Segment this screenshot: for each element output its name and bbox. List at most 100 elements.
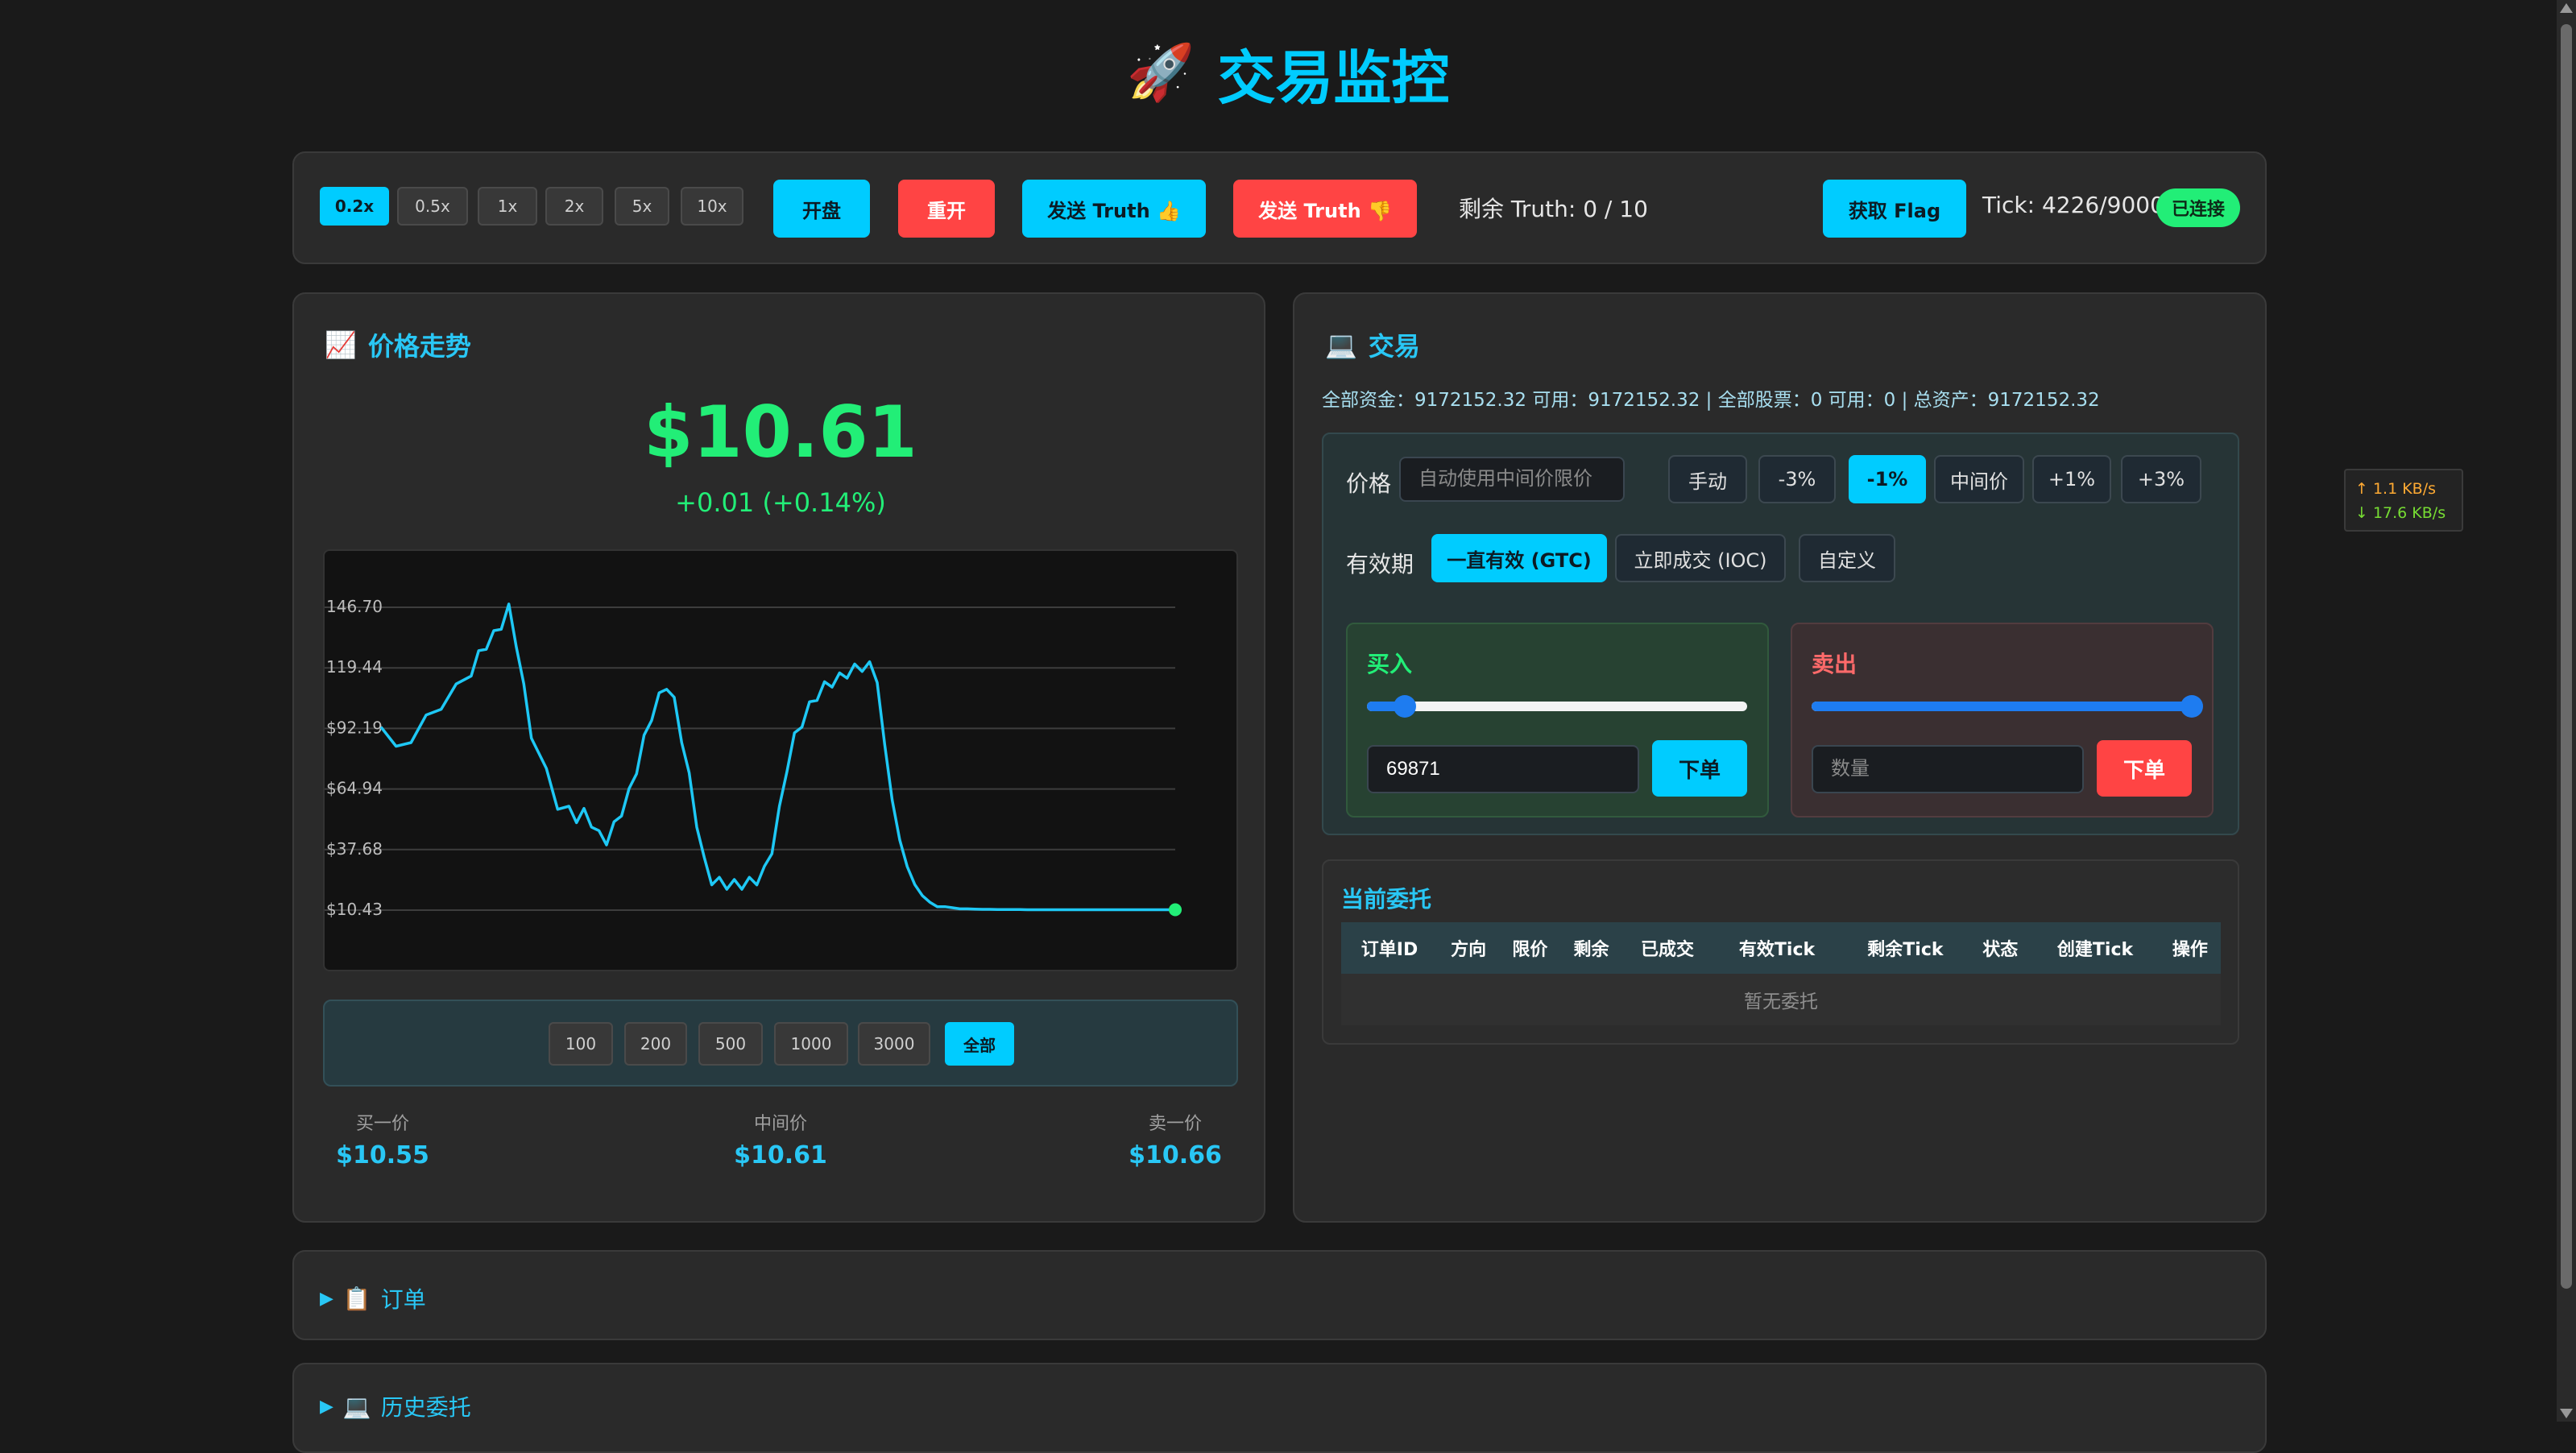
orders-collapsible-label: 订单 [380, 1286, 426, 1313]
validity-gtc-button[interactable]: 一直有效 (GTC) [1431, 534, 1607, 582]
sell-slider-fill [1812, 702, 2192, 711]
scrollbar-thumb[interactable] [2561, 24, 2572, 1289]
price-label: 价格 [1346, 470, 1392, 497]
ask-price: $10.66 [1129, 1141, 1222, 1169]
price-preset-minus1-button[interactable]: -1% [1849, 455, 1926, 503]
tick-counter: Tick: 4226/9000 [1982, 192, 2164, 218]
page-title: 🚀 交易监控 [0, 32, 2576, 113]
price-panel-title: 📈 价格走势 [325, 326, 471, 363]
orders-column-header: 状态 [1982, 940, 2019, 960]
range-button-1000[interactable]: 1000 [774, 1022, 848, 1066]
range-selector: 100 200 500 1000 3000 全部 [323, 1000, 1238, 1087]
speed-button-0_2x[interactable]: 0.2x [320, 187, 389, 226]
sell-submit-button[interactable]: 下单 [2097, 740, 2192, 797]
orders-collapsible[interactable]: ▶ 📋 订单 [292, 1250, 2267, 1340]
y-tick-label: $92.19 [326, 718, 383, 737]
price-preset-mid-button[interactable]: 中间价 [1934, 455, 2024, 503]
bid-label: 买一价 [355, 1114, 409, 1134]
toolbar: 0.2x 0.5x 1x 2x 5x 10x 开盘 重开 发送 Truth 👍 发送 Tr… [292, 151, 2267, 264]
buy-quantity-input[interactable] [1367, 745, 1639, 793]
sell-title: 卖出 [1812, 651, 1857, 677]
orders-column-header: 限价 [1512, 940, 1548, 960]
truth-remaining: 剩余 Truth: 0 / 10 [1459, 196, 1648, 222]
laptop-icon: 💻 [342, 1393, 371, 1420]
orders-column-header: 已成交 [1640, 940, 1694, 960]
open-button[interactable]: 开盘 [773, 180, 870, 238]
validity-label: 有效期 [1346, 551, 1414, 577]
order-form: 价格 手动-3% -1%中间价+1%+3% 有效期 一直有效 (GTC)立即成交 … [1322, 433, 2239, 835]
upload-speed: ↑ 1.1 KB/s [2355, 480, 2437, 498]
orders-column-header: 剩余Tick [1867, 940, 1944, 960]
sell-slider-thumb[interactable] [2180, 695, 2203, 718]
network-speed-overlay: ↑ 1.1 KB/s ↓ 17.6 KB/s [2344, 469, 2463, 532]
price-preset-plus1-button[interactable]: +1% [2032, 455, 2111, 503]
mid-price: $10.61 [734, 1141, 827, 1169]
orders-column-header: 有效Tick [1738, 940, 1816, 960]
reopen-button[interactable]: 重开 [898, 180, 995, 238]
history-collapsible[interactable]: ▶ 💻 历史委托 [292, 1363, 2267, 1453]
y-tick-label: 119.44 [326, 657, 383, 677]
price-chart-svg: 146.70 119.44 $92.19 $64.94 $37.68 $10.43 [325, 597, 1182, 919]
buy-submit-button[interactable]: 下单 [1652, 740, 1747, 797]
price-preset-manual-button[interactable]: 手动 [1668, 455, 1747, 503]
send-truth-down-button[interactable]: 发送 Truth 👎 [1233, 180, 1417, 238]
range-button-500[interactable]: 500 [698, 1022, 763, 1066]
buy-slider-thumb[interactable] [1394, 695, 1417, 718]
mid-label: 中间价 [753, 1114, 807, 1134]
orders-empty-text: 暂无委托 [1744, 991, 1818, 1012]
rocket-icon: 🚀 [1126, 41, 1195, 105]
expand-arrow-icon: ▶ [320, 1288, 333, 1309]
price-panel: 📈 价格走势 $10.61 +0.01 (+0.14%) 146.70 119.4… [292, 292, 1265, 1223]
orders-empty-row: 暂无委托 [1341, 974, 2221, 1025]
laptop-icon: 💻 [1325, 329, 1357, 360]
download-speed: ↓ 17.6 KB/s [2355, 504, 2446, 522]
current-orders: 当前委托 订单ID 方向 限价 剩余 已成交 有效Tick 剩余Tick 状态 创建Tick 操作… [1322, 859, 2239, 1045]
speed-button-0_5x[interactable]: 0.5x [397, 187, 468, 226]
connection-status-badge: 已连接 [2156, 188, 2240, 227]
orders-table-header: 订单ID 方向 限价 剩余 已成交 有效Tick 剩余Tick 状态 创建Tick 操作 [1341, 922, 2221, 974]
bid-price: $10.55 [336, 1141, 429, 1169]
latest-price-point [1169, 903, 1182, 917]
price-input[interactable] [1399, 457, 1625, 502]
y-tick-label: $64.94 [326, 779, 383, 798]
price-panel-title-text: 价格走势 [367, 331, 471, 362]
send-truth-up-button[interactable]: 发送 Truth 👍 [1022, 180, 1206, 238]
speed-button-5x[interactable]: 5x [615, 187, 669, 226]
sell-quantity-input[interactable] [1812, 745, 2084, 793]
buy-box: 买入 下单 [1346, 623, 1769, 818]
get-flag-button[interactable]: 获取 Flag [1823, 180, 1966, 238]
clipboard-icon: 📋 [342, 1285, 371, 1312]
buy-slider[interactable] [1367, 695, 1747, 718]
page-scrollbar[interactable] [2557, 0, 2576, 1422]
trade-panel-title: 💻 交易 [1325, 326, 1420, 363]
range-button-3000[interactable]: 3000 [858, 1022, 930, 1066]
validity-ioc-button[interactable]: 立即成交 (IOC) [1615, 534, 1786, 582]
range-button-all[interactable]: 全部 [945, 1022, 1014, 1066]
current-orders-title: 当前委托 [1341, 886, 1432, 913]
price-preset-plus3-button[interactable]: +3% [2121, 455, 2201, 503]
speed-button-2x[interactable]: 2x [545, 187, 603, 226]
y-tick-label: $37.68 [326, 839, 383, 859]
trade-panel-title-text: 交易 [1368, 331, 1420, 362]
orders-column-header: 订单ID [1360, 940, 1418, 960]
speed-button-1x[interactable]: 1x [478, 187, 537, 226]
orders-column-header: 方向 [1451, 940, 1487, 960]
scroll-up-icon[interactable] [2560, 3, 2573, 13]
price-preset-minus3-button[interactable]: -3% [1758, 455, 1836, 503]
page-title-text: 交易监控 [1217, 43, 1450, 112]
speed-button-10x[interactable]: 10x [681, 187, 743, 226]
price-change: +0.01 (+0.14%) [675, 487, 886, 518]
range-button-200[interactable]: 200 [624, 1022, 687, 1066]
buy-title: 买入 [1367, 651, 1413, 677]
orders-column-header: 创建Tick [2056, 940, 2134, 960]
current-price: $10.61 [644, 391, 917, 474]
orders-column-header: 剩余 [1573, 940, 1609, 960]
price-chart: 146.70 119.44 $92.19 $64.94 $37.68 $10.43 [323, 549, 1238, 971]
range-button-100[interactable]: 100 [549, 1022, 613, 1066]
validity-custom-button[interactable]: 自定义 [1799, 534, 1895, 582]
price-line [379, 602, 1175, 912]
sell-slider[interactable] [1812, 695, 2203, 718]
scroll-down-icon[interactable] [2560, 1409, 2573, 1418]
expand-arrow-icon: ▶ [320, 1396, 333, 1417]
orders-column-header: 操作 [2172, 940, 2208, 960]
